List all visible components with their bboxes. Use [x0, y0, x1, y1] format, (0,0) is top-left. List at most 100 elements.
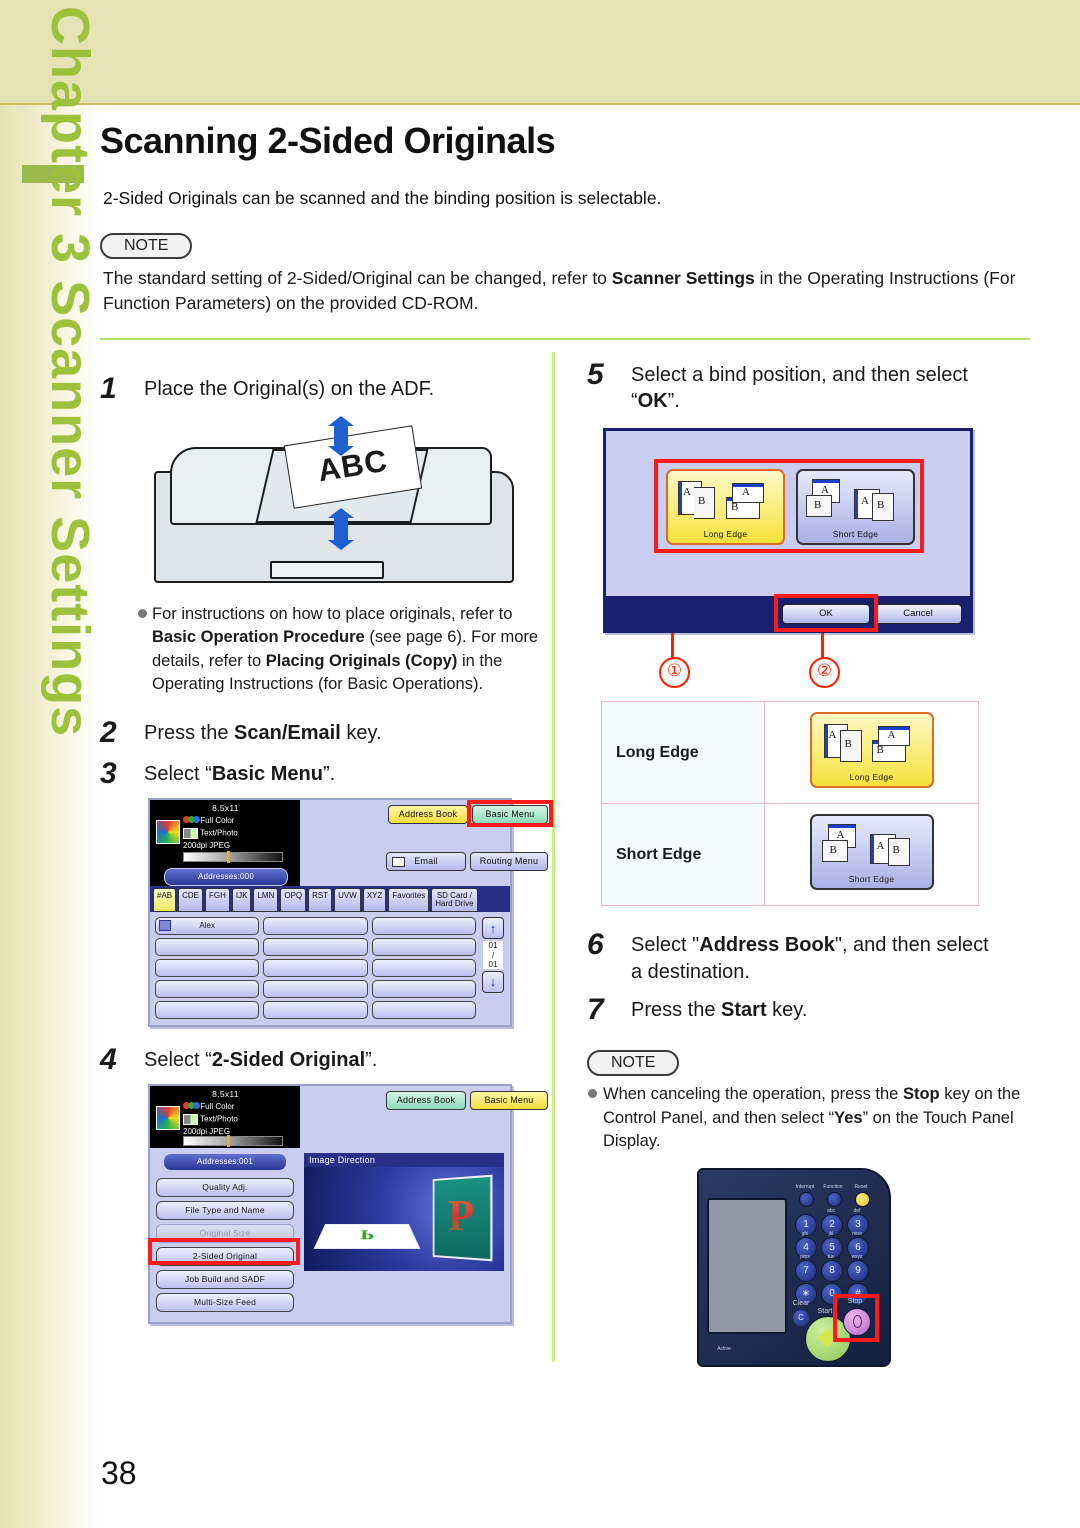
- address-tab[interactable]: IJK: [231, 888, 252, 913]
- scan-status-area: 8.5x11 Full Color Text/Photo 200dpi JPEG…: [150, 800, 300, 887]
- address-entry-button[interactable]: [263, 959, 368, 978]
- bind-options-highlight: [654, 459, 924, 554]
- edge-table-row: Short Edge A B A B Short Edge: [601, 803, 979, 907]
- address-tab[interactable]: Favorites: [388, 888, 430, 913]
- right-column: 5 Select a bind position, and then selec…: [557, 358, 1030, 1367]
- callout-1-marker: ①: [659, 657, 690, 689]
- page-total: 01: [488, 959, 498, 969]
- address-entry-button[interactable]: [263, 980, 368, 999]
- menu-button-job-build-and-sadf[interactable]: Job Build and SADF: [156, 1270, 294, 1290]
- routing-menu-button[interactable]: Routing Menu: [470, 852, 548, 872]
- note-badge: NOTE: [100, 233, 193, 259]
- down-arrow-icon: ↓: [489, 974, 497, 990]
- step-4-t2: ”.: [365, 1049, 378, 1072]
- active-label: Active: [717, 1345, 731, 1352]
- cancel-button[interactable]: Cancel: [874, 604, 962, 625]
- address-book-button-step4[interactable]: Address Book: [386, 1091, 466, 1111]
- address-entry-button[interactable]: [155, 1001, 260, 1020]
- preview-sheet-letter: P: [359, 1227, 375, 1244]
- bullet-bold-2: Placing Originals (Copy): [265, 651, 458, 670]
- up-arrow-icon: ↑: [489, 920, 497, 936]
- address-tab[interactable]: OPQ: [280, 888, 307, 913]
- interrupt-key[interactable]: [799, 1191, 814, 1207]
- address-entry-button[interactable]: [155, 938, 260, 957]
- keypad-sublabel: tuv: [827, 1253, 835, 1260]
- address-tab[interactable]: RST: [308, 888, 333, 913]
- dialog-footer: OK Cancel: [606, 594, 970, 633]
- step-2-text: Press the Scan/Email key.: [144, 716, 382, 749]
- density-slider[interactable]: [183, 851, 283, 864]
- address-entry-button[interactable]: [371, 980, 476, 999]
- touch-panel-step3[interactable]: 8.5x11 Full Color Text/Photo 200dpi JPEG…: [148, 798, 553, 1028]
- bullet-bold-1: Basic Operation Procedure: [152, 628, 365, 647]
- address-entry-button[interactable]: [371, 938, 476, 957]
- menu-button-file-type-and-name[interactable]: File Type and Name: [156, 1201, 294, 1221]
- step-3-number: 3: [100, 757, 117, 791]
- bind-position-dialog[interactable]: A B B A Long Edge A B A B Short Edge OK …: [603, 428, 973, 634]
- dialog-callouts: ① ②: [603, 633, 967, 691]
- color-chart-icon-4: [156, 1106, 180, 1131]
- address-entry-button[interactable]: [263, 1001, 368, 1020]
- color-chart-icon: [156, 820, 180, 845]
- menu-button-multi-size-feed[interactable]: Multi-Size Feed: [156, 1293, 294, 1313]
- step-4: 4 Select “2-Sided Original”.: [100, 1043, 543, 1076]
- address-entry-button[interactable]: [371, 959, 476, 978]
- address-entry-button[interactable]: [155, 959, 260, 978]
- note-badge-2: NOTE: [587, 1050, 680, 1077]
- address-tab[interactable]: SD Card / Hard Drive: [431, 888, 478, 913]
- step-1-note: For instructions on how to place origina…: [138, 603, 543, 697]
- address-tab[interactable]: #AB: [153, 888, 177, 913]
- step-7-t2: key.: [766, 999, 808, 1022]
- edge-row-graphic: A B A B Short Edge: [764, 803, 979, 907]
- note2-yes: Yes: [834, 1108, 863, 1127]
- section-rule: [100, 337, 1030, 340]
- address-entry-button[interactable]: [371, 917, 476, 936]
- address-book-button-step3[interactable]: Address Book: [388, 805, 468, 825]
- sample-char: B: [829, 844, 837, 857]
- edge-sample-caption: Long Edge: [849, 772, 894, 783]
- keypad-key-7[interactable]: 7: [795, 1259, 817, 1282]
- touch-panel-step4[interactable]: 8.5x11 Full Color Text/Photo 200dpi JPEG…: [148, 1084, 548, 1325]
- step-2-t1: Press the: [144, 722, 235, 745]
- preview-monitor: P: [432, 1175, 493, 1262]
- address-tab[interactable]: XYZ: [362, 888, 387, 913]
- sample-char: B: [876, 744, 884, 757]
- sample-page: B: [821, 840, 848, 863]
- addresses-counter-step4[interactable]: Addresses:001: [163, 1153, 287, 1172]
- keypad-key-9[interactable]: 9: [847, 1259, 869, 1282]
- address-tab[interactable]: LMN: [253, 888, 279, 913]
- column-divider: [552, 351, 555, 1362]
- reset-key[interactable]: [855, 1191, 870, 1207]
- resolution-label: 200dpi JPEG: [183, 841, 231, 851]
- address-entry-button[interactable]: [155, 980, 260, 999]
- keypad-key-8[interactable]: 8: [821, 1259, 843, 1282]
- clear-key[interactable]: C: [793, 1309, 809, 1326]
- scroll-down-button[interactable]: ↓: [482, 970, 504, 993]
- step-2-t2: key.: [340, 722, 382, 745]
- keypad-sublabel: def: [853, 1207, 861, 1214]
- address-tab[interactable]: FGH: [205, 888, 230, 913]
- address-tab[interactable]: CDE: [178, 888, 204, 913]
- edge-sample-button: A B B A Long Edge: [809, 712, 934, 789]
- address-entry-button[interactable]: [371, 1001, 476, 1020]
- address-tab[interactable]: UVW: [334, 888, 361, 913]
- bullet-text-1: For instructions on how to place origina…: [152, 604, 513, 623]
- addresses-counter-step3[interactable]: Addresses:000: [164, 868, 288, 887]
- bullet-dot-icon-2: [588, 1089, 597, 1099]
- step-3-t2: ”.: [322, 763, 336, 786]
- control-panel-display: [707, 1197, 787, 1334]
- chapter-sidebar: Chapter 3 Scanner Settings: [0, 6, 100, 1528]
- page-content: Scanning 2-Sided Originals 2-Sided Origi…: [100, 120, 1030, 1367]
- basic-menu-button-step4[interactable]: Basic Menu: [470, 1091, 548, 1111]
- function-key[interactable]: [827, 1191, 842, 1207]
- page-top-rule: [0, 103, 1080, 105]
- density-slider-4[interactable]: [183, 1135, 283, 1148]
- address-entry-button[interactable]: [263, 917, 368, 936]
- address-entry-button[interactable]: Alex: [155, 917, 260, 936]
- sample-page: A: [877, 726, 910, 747]
- step-4-number: 4: [100, 1043, 117, 1077]
- address-entry-button[interactable]: [263, 938, 368, 957]
- clear-label: Clear: [792, 1299, 810, 1307]
- scroll-up-button[interactable]: ↑: [482, 917, 504, 940]
- menu-button-quality-adj[interactable]: Quality Adj.: [156, 1178, 294, 1198]
